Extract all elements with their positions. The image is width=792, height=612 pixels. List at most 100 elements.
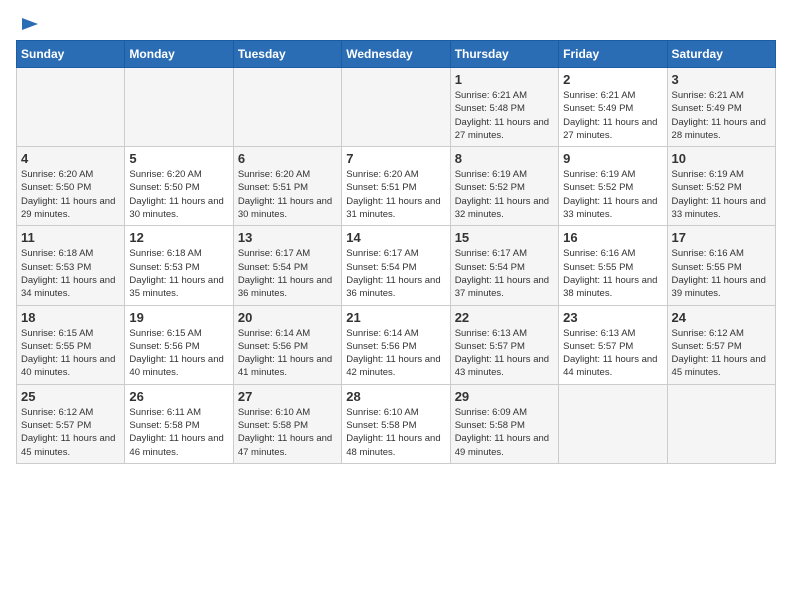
day-info: Sunrise: 6:21 AM Sunset: 5:49 PM Dayligh… [672, 89, 771, 142]
day-number: 25 [21, 389, 120, 404]
calendar-cell [667, 384, 775, 463]
day-number: 10 [672, 151, 771, 166]
calendar-cell: 6 Sunrise: 6:20 AM Sunset: 5:51 PM Daylig… [233, 147, 341, 226]
calendar-cell: 29 Sunrise: 6:09 AM Sunset: 5:58 PM Dayli… [450, 384, 558, 463]
day-info: Sunrise: 6:12 AM Sunset: 5:57 PM Dayligh… [672, 327, 771, 380]
day-number: 1 [455, 72, 554, 87]
calendar-cell: 12 Sunrise: 6:18 AM Sunset: 5:53 PM Dayli… [125, 226, 233, 305]
calendar-cell: 23 Sunrise: 6:13 AM Sunset: 5:57 PM Dayli… [559, 305, 667, 384]
day-info: Sunrise: 6:17 AM Sunset: 5:54 PM Dayligh… [346, 247, 445, 300]
day-info: Sunrise: 6:17 AM Sunset: 5:54 PM Dayligh… [238, 247, 337, 300]
day-info: Sunrise: 6:12 AM Sunset: 5:57 PM Dayligh… [21, 406, 120, 459]
calendar-week-0: 1 Sunrise: 6:21 AM Sunset: 5:48 PM Daylig… [17, 68, 776, 147]
day-info: Sunrise: 6:19 AM Sunset: 5:52 PM Dayligh… [563, 168, 662, 221]
day-info: Sunrise: 6:14 AM Sunset: 5:56 PM Dayligh… [238, 327, 337, 380]
calendar-cell: 18Sunrise: 6:15 AM Sunset: 5:55 PM Dayli… [17, 305, 125, 384]
calendar-cell: 5 Sunrise: 6:20 AM Sunset: 5:50 PM Daylig… [125, 147, 233, 226]
calendar-cell: 14 Sunrise: 6:17 AM Sunset: 5:54 PM Dayli… [342, 226, 450, 305]
calendar-cell: 20 Sunrise: 6:14 AM Sunset: 5:56 PM Dayli… [233, 305, 341, 384]
calendar-cell: 13 Sunrise: 6:17 AM Sunset: 5:54 PM Dayli… [233, 226, 341, 305]
day-number: 13 [238, 230, 337, 245]
header-thursday: Thursday [450, 41, 558, 68]
calendar-cell: 2 Sunrise: 6:21 AM Sunset: 5:49 PM Daylig… [559, 68, 667, 147]
day-number: 24 [672, 310, 771, 325]
day-info: Sunrise: 6:13 AM Sunset: 5:57 PM Dayligh… [563, 327, 662, 380]
calendar-cell: 1 Sunrise: 6:21 AM Sunset: 5:48 PM Daylig… [450, 68, 558, 147]
day-info: Sunrise: 6:09 AM Sunset: 5:58 PM Dayligh… [455, 406, 554, 459]
day-info: Sunrise: 6:20 AM Sunset: 5:51 PM Dayligh… [346, 168, 445, 221]
header-tuesday: Tuesday [233, 41, 341, 68]
day-info: Sunrise: 6:21 AM Sunset: 5:48 PM Dayligh… [455, 89, 554, 142]
calendar-cell: 26Sunrise: 6:11 AM Sunset: 5:58 PM Dayli… [125, 384, 233, 463]
day-info: Sunrise: 6:15 AM Sunset: 5:56 PM Dayligh… [129, 327, 228, 380]
day-number: 6 [238, 151, 337, 166]
calendar-cell [125, 68, 233, 147]
day-info: Sunrise: 6:10 AM Sunset: 5:58 PM Dayligh… [238, 406, 337, 459]
day-number: 27 [238, 389, 337, 404]
calendar-cell [233, 68, 341, 147]
day-info: Sunrise: 6:18 AM Sunset: 5:53 PM Dayligh… [129, 247, 228, 300]
calendar-cell: 25 Sunrise: 6:12 AM Sunset: 5:57 PM Dayli… [17, 384, 125, 463]
calendar-cell: 28 Sunrise: 6:10 AM Sunset: 5:58 PM Dayli… [342, 384, 450, 463]
header-wednesday: Wednesday [342, 41, 450, 68]
day-info: Sunrise: 6:11 AM Sunset: 5:58 PM Dayligh… [129, 406, 228, 459]
calendar-cell: 11 Sunrise: 6:18 AM Sunset: 5:53 PM Dayli… [17, 226, 125, 305]
day-info: Sunrise: 6:16 AM Sunset: 5:55 PM Dayligh… [563, 247, 662, 300]
calendar-cell: 17Sunrise: 6:16 AM Sunset: 5:55 PM Dayli… [667, 226, 775, 305]
day-info: Sunrise: 6:21 AM Sunset: 5:49 PM Dayligh… [563, 89, 662, 142]
day-info: Sunrise: 6:13 AM Sunset: 5:57 PM Dayligh… [455, 327, 554, 380]
day-number: 28 [346, 389, 445, 404]
calendar-cell: 24 Sunrise: 6:12 AM Sunset: 5:57 PM Dayli… [667, 305, 775, 384]
day-number: 18 [21, 310, 120, 325]
day-info: Sunrise: 6:10 AM Sunset: 5:58 PM Dayligh… [346, 406, 445, 459]
day-info: Sunrise: 6:18 AM Sunset: 5:53 PM Dayligh… [21, 247, 120, 300]
day-number: 2 [563, 72, 662, 87]
day-number: 21 [346, 310, 445, 325]
header-monday: Monday [125, 41, 233, 68]
calendar-cell: 8 Sunrise: 6:19 AM Sunset: 5:52 PM Daylig… [450, 147, 558, 226]
day-number: 15 [455, 230, 554, 245]
day-number: 16 [563, 230, 662, 245]
logo [16, 16, 40, 32]
calendar-cell [17, 68, 125, 147]
day-number: 23 [563, 310, 662, 325]
day-info: Sunrise: 6:20 AM Sunset: 5:50 PM Dayligh… [129, 168, 228, 221]
day-number: 3 [672, 72, 771, 87]
calendar-week-3: 18Sunrise: 6:15 AM Sunset: 5:55 PM Dayli… [17, 305, 776, 384]
day-number: 8 [455, 151, 554, 166]
day-info: Sunrise: 6:19 AM Sunset: 5:52 PM Dayligh… [455, 168, 554, 221]
calendar-header-row: SundayMondayTuesdayWednesdayThursdayFrid… [17, 41, 776, 68]
page-header [16, 16, 776, 32]
day-number: 11 [21, 230, 120, 245]
day-info: Sunrise: 6:20 AM Sunset: 5:50 PM Dayligh… [21, 168, 120, 221]
calendar-cell: 27 Sunrise: 6:10 AM Sunset: 5:58 PM Dayli… [233, 384, 341, 463]
calendar-cell: 7Sunrise: 6:20 AM Sunset: 5:51 PM Daylig… [342, 147, 450, 226]
calendar-week-1: 4 Sunrise: 6:20 AM Sunset: 5:50 PM Daylig… [17, 147, 776, 226]
day-number: 4 [21, 151, 120, 166]
header-friday: Friday [559, 41, 667, 68]
header-sunday: Sunday [17, 41, 125, 68]
calendar-cell: 3 Sunrise: 6:21 AM Sunset: 5:49 PM Daylig… [667, 68, 775, 147]
day-info: Sunrise: 6:19 AM Sunset: 5:52 PM Dayligh… [672, 168, 771, 221]
day-number: 9 [563, 151, 662, 166]
day-number: 29 [455, 389, 554, 404]
calendar-cell: 4 Sunrise: 6:20 AM Sunset: 5:50 PM Daylig… [17, 147, 125, 226]
calendar-cell: 15 Sunrise: 6:17 AM Sunset: 5:54 PM Dayli… [450, 226, 558, 305]
day-number: 22 [455, 310, 554, 325]
day-number: 14 [346, 230, 445, 245]
header-saturday: Saturday [667, 41, 775, 68]
calendar-cell [342, 68, 450, 147]
calendar-cell [559, 384, 667, 463]
day-number: 19 [129, 310, 228, 325]
day-info: Sunrise: 6:14 AM Sunset: 5:56 PM Dayligh… [346, 327, 445, 380]
day-info: Sunrise: 6:20 AM Sunset: 5:51 PM Dayligh… [238, 168, 337, 221]
day-info: Sunrise: 6:17 AM Sunset: 5:54 PM Dayligh… [455, 247, 554, 300]
day-number: 5 [129, 151, 228, 166]
day-number: 12 [129, 230, 228, 245]
day-number: 20 [238, 310, 337, 325]
logo-flag-icon [20, 16, 40, 36]
calendar-cell: 21 Sunrise: 6:14 AM Sunset: 5:56 PM Dayli… [342, 305, 450, 384]
calendar-cell: 22 Sunrise: 6:13 AM Sunset: 5:57 PM Dayli… [450, 305, 558, 384]
calendar-cell: 19 Sunrise: 6:15 AM Sunset: 5:56 PM Dayli… [125, 305, 233, 384]
day-number: 17 [672, 230, 771, 245]
